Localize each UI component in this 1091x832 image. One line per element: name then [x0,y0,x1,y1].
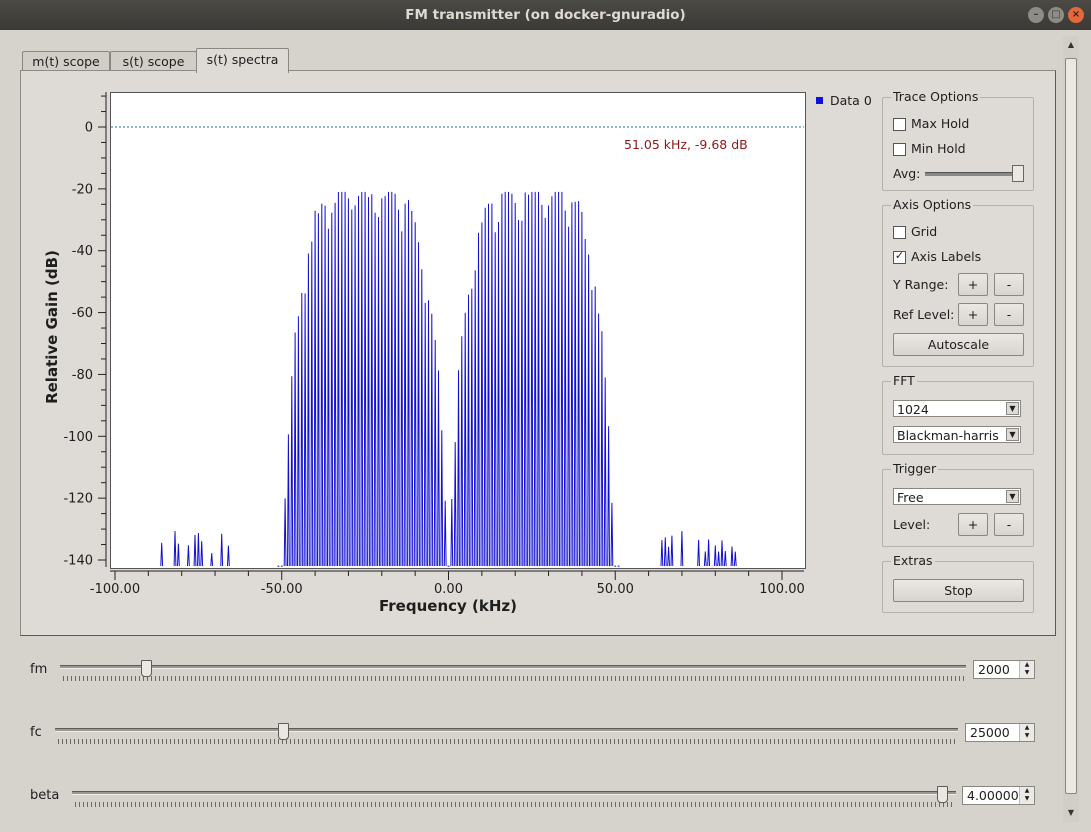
grid-label: Grid [911,224,938,239]
fm-slider-handle[interactable] [140,660,152,677]
fc-spinbox[interactable]: 25000 ▲ ▼ [965,723,1035,742]
x-tick-label: -50.00 [261,582,303,597]
trigger-level-plus-button[interactable]: + [958,513,988,536]
trigger-mode-select[interactable]: Free ▼ [893,488,1021,505]
x-tick-label: -100.00 [90,582,140,597]
y-tick-label: -40 [72,244,93,259]
max-hold-label: Max Hold [911,116,970,131]
y-range-plus-button[interactable]: + [958,273,988,296]
fft-size-select[interactable]: 1024 ▼ [893,400,1021,417]
tab-st-spectra[interactable]: s(t) spectra [196,48,289,73]
y-tick-label: -20 [72,182,93,197]
spin-arrows-icon[interactable]: ▲ ▼ [1019,724,1034,741]
trigger-level-minus-button[interactable]: - [994,513,1024,536]
beta-value: 4.00000 [967,788,1019,803]
max-hold-checkbox[interactable] [893,118,906,131]
fft-size-value: 1024 [897,402,929,417]
y-tick-label: 0 [85,121,93,136]
legend-label[interactable]: Data 0 [830,93,872,108]
dropdown-arrow-icon: ▼ [1006,402,1019,415]
group-title: Extras [891,553,935,568]
avg-slider-handle[interactable] [1012,165,1024,182]
beta-spinbox[interactable]: 4.00000 ▲ ▼ [962,786,1035,805]
y-tick-label: -120 [63,492,93,507]
ref-level-label: Ref Level: [893,307,955,322]
fm-slider-ticks [63,676,965,681]
fm-value: 2000 [978,662,1010,677]
beta-slider-track[interactable] [72,791,956,795]
avg-slider-track[interactable] [925,172,1020,176]
fc-slider-ticks [58,739,957,744]
dropdown-arrow-icon: ▼ [1006,428,1019,441]
y-tick-label: -140 [63,554,93,569]
check-icon: ✓ [894,249,905,262]
min-hold-checkbox[interactable] [893,143,906,156]
cursor-readout: 51.05 kHz, -9.68 dB [624,137,748,152]
beta-label: beta [30,788,60,803]
x-tick-label: 100.00 [759,582,805,597]
scrollbar-thumb[interactable] [1065,58,1077,794]
trigger-level-label: Level: [893,517,931,532]
scroll-down-icon[interactable]: ▼ [1065,806,1077,820]
fm-slider-track[interactable] [60,665,966,669]
fc-value: 25000 [970,725,1010,740]
fc-slider-track[interactable] [55,728,958,732]
tab-label: s(t) spectra [206,52,279,67]
spin-arrows-icon[interactable]: ▲ ▼ [1019,787,1034,804]
fc-slider-handle[interactable] [278,723,290,740]
dropdown-arrow-icon: ▼ [1006,490,1019,503]
y-range-label: Y Range: [893,277,949,292]
y-tick-label: -80 [72,368,93,383]
beta-slider-handle[interactable] [937,786,949,803]
avg-label: Avg: [893,166,921,181]
grid-checkbox[interactable] [893,226,906,239]
trigger-mode-value: Free [897,490,924,505]
stop-button[interactable]: Stop [893,579,1024,602]
legend-swatch [816,97,823,104]
spin-arrows-icon[interactable]: ▲ ▼ [1019,661,1034,678]
y-tick-label: -60 [72,306,93,321]
group-title: Trigger [891,461,939,476]
autoscale-button[interactable]: Autoscale [893,333,1024,356]
y-tick-label: -100 [63,430,93,445]
fft-window-select[interactable]: Blackman-harris ▼ [893,426,1021,443]
ref-level-plus-button[interactable]: + [958,303,988,326]
fm-spinbox[interactable]: 2000 ▲ ▼ [973,660,1035,679]
scroll-up-icon[interactable]: ▲ [1065,38,1077,52]
x-tick-label: 0.00 [434,582,463,597]
group-title: Trace Options [891,89,981,104]
fm-label: fm [30,662,48,677]
group-title: Axis Options [891,197,974,212]
fft-window-value: Blackman-harris [897,428,999,443]
min-hold-label: Min Hold [911,141,966,156]
ref-level-minus-button[interactable]: - [994,303,1024,326]
x-tick-label: 50.00 [597,582,634,597]
y-range-minus-button[interactable]: - [994,273,1024,296]
axis-labels-label: Axis Labels [911,249,982,264]
x-axis-label: Frequency (kHz) [379,597,517,615]
axis-labels-checkbox[interactable]: ✓ [893,249,906,264]
spectrum-trace [160,191,737,567]
fc-label: fc [30,725,42,740]
beta-slider-ticks [75,802,955,807]
group-title: FFT [891,373,917,388]
y-axis-label: Relative Gain (dB) [43,250,61,404]
